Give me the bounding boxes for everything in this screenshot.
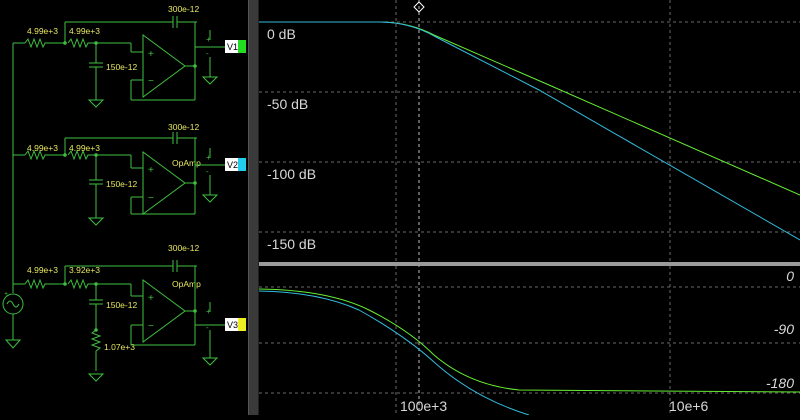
resistor-r1-stage3[interactable] [24,278,65,290]
r1-label-stage3: 4.99e+3 [27,265,58,275]
svg-text:+: + [148,293,154,304]
phase-grid [259,266,800,415]
bode-plot-canvas[interactable]: 0 dB -50 dB -100 dB -150 dB 0 -90 -180 1… [258,0,800,416]
opamp-label-stage2: OpAmp [172,158,201,168]
ac-source-icon[interactable]: + [2,284,24,349]
svg-text:+: + [206,35,211,44]
magnitude-curve-v2 [259,21,800,241]
opamp-stage3[interactable] [142,279,186,343]
probe-v1[interactable]: V1 [225,40,246,53]
mag-label-0: 0 dB [267,26,296,42]
resistor-r2-stage3[interactable] [67,278,95,290]
svg-text:-: - [206,167,209,176]
bode-plot-panel[interactable]: 0 dB -50 dB -100 dB -150 dB 0 -90 -180 1… [258,0,800,416]
r1-label-stage1: 4.99e+3 [27,26,58,36]
svg-text:+: + [206,153,211,162]
phase-curve-v2 [258,290,530,416]
schematic-canvas[interactable]: + 4.99e+3 4.99e+3 300e-12 150e-12 + − + … [0,0,248,415]
panel-splitter[interactable] [248,0,259,415]
cgnd-label-stage3: 150e-12 [106,300,137,310]
svg-text:+: + [148,165,154,176]
svg-text:-: - [206,49,209,58]
mag-label-3: -150 dB [267,236,316,252]
opamp-stage1[interactable] [142,34,186,98]
stage-1: 4.99e+3 4.99e+3 300e-12 150e-12 + − + - [24,4,225,108]
phase-label-0: 0 [786,268,794,284]
svg-text:−: − [148,76,154,87]
svg-text:−: − [148,321,154,332]
probe-v1-color [238,40,246,53]
magnitude-grid [259,0,800,262]
cfb-label-stage1: 300e-12 [168,4,199,14]
svg-text:+: + [148,49,154,60]
svg-text:+: + [206,307,211,316]
r1-label-stage2: 4.99e+3 [27,143,58,153]
mag-label-2: -100 dB [267,166,316,182]
phase-curve-v1 [258,288,800,393]
phase-label-1: -90 [774,321,794,337]
resistor-gnd-stage3[interactable] [90,329,102,371]
resistor-r1-stage1[interactable] [24,37,65,49]
probe-v3[interactable]: V3 [225,318,246,331]
svg-text:+: + [4,291,8,298]
stage-2: 4.99e+3 4.99e+3 300e-12 150e-12 + − OpAm… [24,122,225,226]
svg-text:-: - [206,323,209,332]
x-label-100k: 100e+3 [400,398,447,414]
probe-v3-label: V3 [227,320,238,330]
svg-text:−: − [148,193,154,204]
cgnd-label-stage2: 150e-12 [106,179,137,189]
x-label-10M: 10e+6 [669,398,709,414]
cfb-label-stage2: 300e-12 [168,122,199,132]
magnitude-curve-v1 [259,21,800,196]
schematic-panel[interactable]: + 4.99e+3 4.99e+3 300e-12 150e-12 + − + … [0,0,248,415]
probe-v2[interactable]: V2 [225,158,246,171]
stage-3: 4.99e+3 3.92e+3 300e-12 150e-12 1.07e+3 … [24,243,225,382]
probe-v2-label: V2 [227,160,238,170]
cgnd-label-stage1: 150e-12 [106,62,137,72]
probe-v1-label: V1 [227,42,238,52]
opamp-label-stage3: OpAmp [172,279,201,289]
resistor-r2-stage1[interactable] [67,37,95,49]
probe-v2-color [238,158,246,171]
r2-label-stage2: 4.99e+3 [69,143,100,153]
phase-label-2: -180 [766,375,794,391]
probe-v3-color [238,318,246,331]
mag-label-1: -50 dB [267,96,308,112]
r2-label-stage1: 4.99e+3 [69,26,100,36]
plot-separator[interactable] [259,262,800,266]
cfb-label-stage3: 300e-12 [168,243,199,253]
